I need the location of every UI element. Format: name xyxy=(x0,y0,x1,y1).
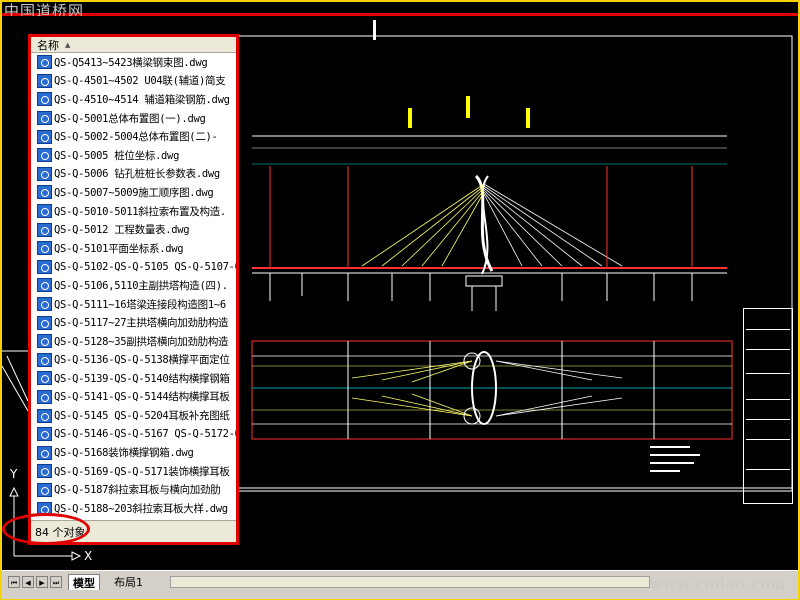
layout-tab-bar: ⏮ ◀ ▶ ⏭ 模型 布局1 www.cndao.com xyxy=(2,570,798,599)
file-name: QS-Q-5146-QS-Q-5167 QS-Q-5172-Q xyxy=(54,428,236,441)
dwg-file-icon xyxy=(37,92,52,107)
file-list-item[interactable]: QS-Q-5007~5009施工顺序图.dwg xyxy=(31,183,236,202)
last-tab-button[interactable]: ⏭ xyxy=(50,576,62,588)
file-name: QS-Q-4501~4502 U04联(辅道)简支 xyxy=(54,75,226,88)
file-name: QS-Q-5169-QS-Q-5171装饰横撑耳板 xyxy=(54,465,230,478)
file-list-item[interactable]: QS-Q-5117~27主拱塔横向加劲肋构造 xyxy=(31,313,236,332)
drawing-title-block xyxy=(743,308,793,504)
dwg-file-icon xyxy=(37,427,52,442)
file-name: QS-Q-5006 钻孔桩桩长参数表.dwg xyxy=(54,168,220,181)
file-list-item[interactable]: QS-Q-5111~16塔梁连接段构造图1~6 xyxy=(31,295,236,314)
object-count: 84 个对象 xyxy=(35,525,86,539)
file-list-item[interactable]: QS-Q-5187斜拉索耳板与横向加劲肋 xyxy=(31,481,236,500)
dwg-file-icon xyxy=(37,148,52,163)
file-list-item[interactable]: QS-Q-5136-QS-Q-5138横撑平面定位 xyxy=(31,351,236,370)
file-list-item[interactable]: QS-Q5413~5423横梁钢束图.dwg xyxy=(31,53,236,72)
file-list[interactable]: QS-Q5413~5423横梁钢束图.dwg QS-Q-4501~4502 U04… xyxy=(31,53,236,524)
dwg-file-icon xyxy=(37,73,52,88)
piers xyxy=(269,273,693,311)
file-name: QS-Q-5187斜拉索耳板与横向加劲肋 xyxy=(54,484,221,497)
plan-view xyxy=(251,340,733,440)
file-list-item[interactable]: QS-Q-5005 桩位坐标.dwg xyxy=(31,146,236,165)
file-name: QS-Q-5012 工程数量表.dwg xyxy=(54,224,190,237)
dwg-file-icon xyxy=(37,204,52,219)
dwg-file-icon xyxy=(37,408,52,423)
status-bar: 84 个对象 xyxy=(31,520,236,542)
tab-model[interactable]: 模型 xyxy=(68,574,100,590)
file-list-item[interactable]: QS-Q-5102-QS-Q-5105 QS-Q-5107-Q xyxy=(31,258,236,277)
dwg-file-icon xyxy=(37,445,52,460)
file-name: QS-Q-5117~27主拱塔横向加劲肋构造 xyxy=(54,317,229,330)
horizontal-scrollbar[interactable] xyxy=(170,576,650,588)
file-list-item[interactable]: QS-Q-5168装饰横撑钢箱.dwg xyxy=(31,443,236,462)
file-name: QS-Q-5005 桩位坐标.dwg xyxy=(54,149,180,162)
file-list-item[interactable]: QS-Q-5012 工程数量表.dwg xyxy=(31,220,236,239)
file-name: QS-Q-5007~5009施工顺序图.dwg xyxy=(54,186,214,199)
file-name: QS-Q-5101平面坐标系.dwg xyxy=(54,242,184,255)
file-name: QS-Q-5136-QS-Q-5138横撑平面定位 xyxy=(54,354,230,367)
stay-cables xyxy=(361,183,623,267)
dwg-file-icon xyxy=(37,371,52,386)
tab-layout1[interactable]: 布局1 xyxy=(110,574,147,589)
dwg-file-icon xyxy=(37,352,52,367)
file-name: QS-Q-5128~35副拱塔横向加劲肋构造 xyxy=(54,335,229,348)
file-name: QS-Q-5141-QS-Q-5144结构横撑耳板 xyxy=(54,391,230,404)
sort-arrow-icon: ▲ xyxy=(65,40,71,49)
file-list-item[interactable]: QS-Q-5139-QS-Q-5140结构横撑钢箱 xyxy=(31,369,236,388)
dwg-file-icon xyxy=(37,129,52,144)
file-list-item[interactable]: QS-Q-4501~4502 U04联(辅道)简支 xyxy=(31,72,236,91)
file-list-item[interactable]: QS-Q-5106,5110主副拱塔构造(四). xyxy=(31,276,236,295)
file-name: QS-Q-5168装饰横撑钢箱.dwg xyxy=(54,447,194,460)
dwg-file-icon xyxy=(37,315,52,330)
file-list-item[interactable]: QS-Q-5169-QS-Q-5171装饰横撑耳板 xyxy=(31,462,236,481)
dwg-file-icon xyxy=(37,241,52,256)
dwg-file-icon xyxy=(37,166,52,181)
file-list-item[interactable]: QS-Q-4510~4514 辅道箱梁钢筋.dwg xyxy=(31,90,236,109)
next-tab-button[interactable]: ▶ xyxy=(36,576,48,588)
file-list-item[interactable]: QS-Q-5006 钻孔桩桩长参数表.dwg xyxy=(31,165,236,184)
dwg-file-icon xyxy=(37,334,52,349)
dwg-file-icon xyxy=(37,185,52,200)
column-header-name[interactable]: 名称 ▲ xyxy=(31,37,236,53)
file-name: QS-Q-5106,5110主副拱塔构造(四). xyxy=(54,279,228,292)
file-list-item[interactable]: QS-Q-5002-5004总体布置图(二)- xyxy=(31,127,236,146)
dwg-file-icon xyxy=(37,482,52,497)
file-name: QS-Q-5010-5011斜拉索布置及构造. xyxy=(54,205,226,218)
file-name: QS-Q-5111~16塔梁连接段构造图1~6 xyxy=(54,298,226,311)
column-header-label: 名称 xyxy=(37,38,59,52)
first-tab-button[interactable]: ⏮ xyxy=(8,576,20,588)
watermark-bottom: www.cndao.com xyxy=(649,575,786,593)
dwg-file-icon xyxy=(37,464,52,479)
file-list-item[interactable]: QS-Q-5188~203斜拉索耳板大样.dwg xyxy=(31,499,236,518)
dwg-file-icon xyxy=(37,111,52,126)
file-list-item[interactable]: QS-Q-5001总体布置图(一).dwg xyxy=(31,109,236,128)
file-list-item[interactable]: QS-Q-5146-QS-Q-5167 QS-Q-5172-Q xyxy=(31,425,236,444)
file-name: QS-Q-5001总体布置图(一).dwg xyxy=(54,112,206,125)
file-name: QS-Q-5002-5004总体布置图(二)- xyxy=(54,131,218,144)
dwg-file-icon xyxy=(37,259,52,274)
file-list-item[interactable]: QS-Q-5145 QS-Q-5204耳板补充图纸 xyxy=(31,406,236,425)
file-name: QS-Q-5139-QS-Q-5140结构横撑钢箱 xyxy=(54,372,230,385)
dwg-file-icon xyxy=(37,297,52,312)
file-list-item[interactable]: QS-Q-5141-QS-Q-5144结构横撑耳板 xyxy=(31,388,236,407)
file-list-item[interactable]: QS-Q-5128~35副拱塔横向加劲肋构造 xyxy=(31,332,236,351)
dwg-file-icon xyxy=(37,222,52,237)
dwg-file-icon xyxy=(37,55,52,70)
dwg-file-icon xyxy=(37,278,52,293)
file-name: QS-Q5413~5423横梁钢束图.dwg xyxy=(54,56,208,69)
prev-tab-button[interactable]: ◀ xyxy=(22,576,34,588)
file-name: QS-Q-5188~203斜拉索耳板大样.dwg xyxy=(54,503,228,516)
ucs-y-label: Y xyxy=(9,467,18,481)
file-name: QS-Q-4510~4514 辅道箱梁钢筋.dwg xyxy=(54,93,230,106)
ucs-x-label: X xyxy=(84,549,92,563)
dwg-file-icon xyxy=(37,501,52,516)
dwg-file-icon xyxy=(37,389,52,404)
file-name: QS-Q-5145 QS-Q-5204耳板补充图纸 xyxy=(54,410,230,423)
file-list-panel[interactable]: 名称 ▲ QS-Q5413~5423横梁钢束图.dwg QS-Q-4501~450… xyxy=(28,34,239,545)
file-list-item[interactable]: QS-Q-5010-5011斜拉索布置及构造. xyxy=(31,202,236,221)
file-list-item[interactable]: QS-Q-5101平面坐标系.dwg xyxy=(31,239,236,258)
file-name: QS-Q-5102-QS-Q-5105 QS-Q-5107-Q xyxy=(54,260,236,273)
